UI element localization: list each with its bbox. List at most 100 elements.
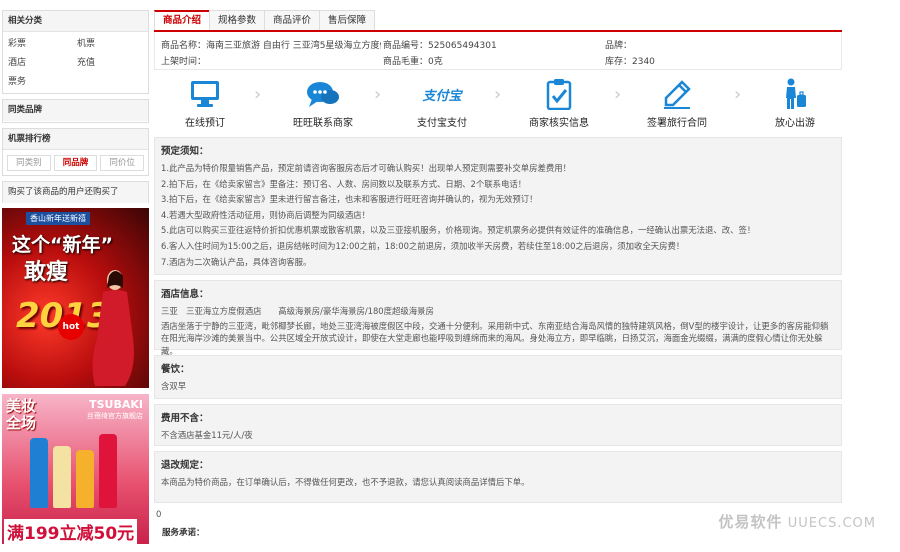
refund-policy-text: 本商品为特价商品，在订单确认后，不得做任何更改，也不予退款，请您认真阅读商品详情… <box>161 477 530 487</box>
booking-notice-panel: 预定须知： 1.此产品为特价限量销售产品，预定前请咨询客服房态后才可确认购买！出… <box>154 137 842 275</box>
product-name: 商品名称：海南三亚旅游 自由行 三亚湾5星级海立方度假... <box>161 41 381 51</box>
product-info-box: 商品名称：海南三亚旅游 自由行 三亚湾5星级海立方度假... 商品编号：5250… <box>154 32 842 70</box>
ad-headline-1: 这个“新年” <box>12 234 113 256</box>
category-flight[interactable]: 机票 <box>77 36 146 49</box>
notice-line: 3.拍下后，在《给卖家留言》里未进行留言备注，也未和客服进行旺旺咨询并确认的，视… <box>161 194 538 205</box>
ad-model-figure-icon <box>92 270 134 386</box>
hotel-description: 酒店坐落于宁静的三亚湾，毗邻椰梦长廊，地处三亚湾海被度假区中段，交通十分便利。采… <box>161 320 829 356</box>
tab-after-sales[interactable]: 售后保障 <box>319 10 376 30</box>
product-listed-time: 上架时间： <box>161 57 207 67</box>
ad-headline-2: 敢瘦 <box>24 260 69 285</box>
step-label: 商家核实信息 <box>529 118 589 129</box>
rank-tab-same-category[interactable]: 同类别 <box>7 155 51 171</box>
bottle-icon <box>30 438 48 508</box>
bottle-icon <box>99 434 117 508</box>
category-lottery[interactable]: 彩票 <box>8 36 77 49</box>
step-label: 在线预订 <box>185 118 225 129</box>
bottle-icon <box>76 450 94 508</box>
notice-line: 6.客人入住时间为15:00之后，退房结帐时间为12:00之前，18:00之前退… <box>161 240 685 251</box>
notice-line: 2.拍下后，在《给卖家留言》里备注：预订名、人数、房间数以及联系方式、日期、2个… <box>161 178 527 189</box>
meal-text: 含双早 <box>161 381 187 391</box>
booking-steps: 在线预订 › 旺旺联系商家 › 支付宝 支付宝支付 › 商家核实信息 › 签署旅… <box>154 72 842 130</box>
traveler-suitcase-icon <box>786 78 806 109</box>
excluded-cost-text: 不含酒店基金11元/人/夜 <box>161 430 253 440</box>
chevron-right-icon: › <box>494 84 502 105</box>
notice-title: 预定须知： <box>161 146 209 157</box>
rank-tab-same-price[interactable]: 同价位 <box>100 155 145 171</box>
watermark: 优易软件 UUECS.COM <box>719 511 876 532</box>
product-code: 商品编号：525065494301 <box>383 41 497 51</box>
bottle-icon <box>53 446 71 508</box>
ad2-brand-name: TSUBAKI <box>89 398 143 411</box>
rank-tab-same-brand[interactable]: 同品牌 <box>53 155 98 171</box>
ad2-title-line1: 美妆 <box>6 397 37 415</box>
category-hotel[interactable]: 酒店 <box>8 55 77 68</box>
product-stock: 库存：2340 <box>605 57 655 67</box>
same-brand-box: 同类品牌 <box>2 99 149 123</box>
tsubaki-cosmetics-ad[interactable]: 美妆 全场 TSUBAKI 丝蓓绮官方旗舰店 满199立减50元 <box>2 394 149 544</box>
same-brand-title: 同类品牌 <box>3 100 148 121</box>
related-category-box: 相关分类 彩票 机票 酒店 充值 票务 <box>2 10 149 94</box>
hotel-info-title: 酒店信息： <box>161 289 209 300</box>
ad2-bottles <box>30 434 117 508</box>
chevron-right-icon: › <box>614 84 622 105</box>
ad2-brand-sub: 丝蓓绮官方旗舰店 <box>87 412 143 420</box>
step-online-booking[interactable]: 在线预订 <box>160 78 250 129</box>
step-label: 放心出游 <box>775 118 815 129</box>
watermark-brand: 优易软件 <box>718 513 783 531</box>
watermark-domain: UUECS.COM <box>787 516 876 531</box>
ad2-brand: TSUBAKI 丝蓓绮官方旗舰店 <box>87 398 143 421</box>
step-label: 签署旅行合同 <box>647 118 707 129</box>
category-tickets[interactable]: 票务 <box>8 74 77 87</box>
step-label: 支付宝支付 <box>417 118 467 129</box>
meal-panel: 餐饮： 含双早 <box>154 355 842 399</box>
new-year-slimming-ad[interactable]: 香山新年送新禧 这个“新年” 敢瘦 2013 hot <box>2 208 149 388</box>
chat-bubbles-icon <box>307 82 339 107</box>
step-enjoy-travel[interactable]: 放心出游 <box>750 78 840 129</box>
left-sidebar: 相关分类 彩票 机票 酒店 充值 票务 同类品牌 机票排行榜 同类别 同品牌 同… <box>2 10 149 544</box>
step-wangwang-contact[interactable]: 旺旺联系商家 <box>278 78 368 129</box>
product-brand: 品牌： <box>605 41 633 51</box>
detail-tabs: 商品介绍 规格参数 商品评价 售后保障 <box>154 10 842 32</box>
category-list: 彩票 机票 酒店 充值 票务 <box>3 32 148 93</box>
excluded-cost-panel: 费用不含： 不含酒店基金11元/人/夜 <box>154 404 842 446</box>
tab-specs[interactable]: 规格参数 <box>209 10 266 30</box>
ad2-price-banner: 满199立减50元 <box>4 519 138 544</box>
refund-policy-panel: 退改规定： 本商品为特价商品，在订单确认后，不得做任何更改，也不予退款，请您认真… <box>154 451 842 503</box>
tab-reviews[interactable]: 商品评价 <box>264 10 321 30</box>
step-alipay-payment[interactable]: 支付宝 支付宝支付 <box>397 78 487 130</box>
notice-line: 7.酒店为二次确认产品，具体咨询客服。 <box>161 256 312 267</box>
flight-ranking-box: 机票排行榜 同类别 同品牌 同价位 <box>2 128 149 176</box>
notice-line: 4.若遇大型政府性活动征用，则协商后调整为同级酒店！ <box>161 209 370 220</box>
product-weight: 商品毛重：0克 <box>383 57 443 67</box>
step-sign-contract[interactable]: 签署旅行合同 <box>632 78 722 129</box>
chevron-right-icon: › <box>734 84 742 105</box>
tab-product-intro[interactable]: 商品介绍 <box>154 10 211 30</box>
pen-icon <box>664 80 691 109</box>
ad2-title-line2: 全场 <box>6 414 37 432</box>
hotel-info-panel: 酒店信息： 三亚 三亚海立方度假酒店 高级海景房/豪华海景房/180度超级海景房… <box>154 280 842 356</box>
excluded-cost-title: 费用不含： <box>161 413 209 424</box>
also-bought-title: 购买了该商品的用户还购买了 <box>3 182 148 203</box>
hotel-name-line: 三亚 三亚海立方度假酒店 高级海景房/豪华海景房/180度超级海景房 <box>161 306 434 316</box>
category-recharge[interactable]: 充值 <box>77 55 146 68</box>
refund-policy-title: 退改规定： <box>161 460 209 471</box>
flight-ranking-title: 机票排行榜 <box>3 129 148 150</box>
ad-tagline: 香山新年送新禧 <box>26 212 90 225</box>
step-label: 旺旺联系商家 <box>293 118 353 129</box>
clipboard-check-icon <box>546 79 572 110</box>
product-detail-main: 商品介绍 规格参数 商品评价 售后保障 商品名称：海南三亚旅游 自由行 三亚湾5… <box>154 10 842 538</box>
monitor-icon <box>191 81 219 107</box>
alipay-logo: 支付宝 <box>422 88 462 104</box>
step-merchant-verify[interactable]: 商家核实信息 <box>514 78 604 129</box>
meal-title: 餐饮： <box>161 364 190 375</box>
notice-line: 1.此产品为特价限量销售产品，预定前请咨询客服房态后才可确认购买！出现单人预定则… <box>161 163 571 173</box>
chevron-right-icon: › <box>374 84 382 105</box>
notice-line: 5.此店可以购买三亚往返特价折扣优惠机票或散客机票，以及三亚接机服务，价格现询。… <box>161 225 756 236</box>
related-category-title: 相关分类 <box>3 11 148 32</box>
ad-hot-badge: hot <box>58 314 84 340</box>
also-bought-box: 购买了该商品的用户还购买了 <box>2 181 149 203</box>
chevron-right-icon: › <box>254 84 262 105</box>
ad2-title: 美妆 全场 <box>6 398 36 432</box>
ranking-tabs: 同类别 同品牌 同价位 <box>3 150 148 175</box>
